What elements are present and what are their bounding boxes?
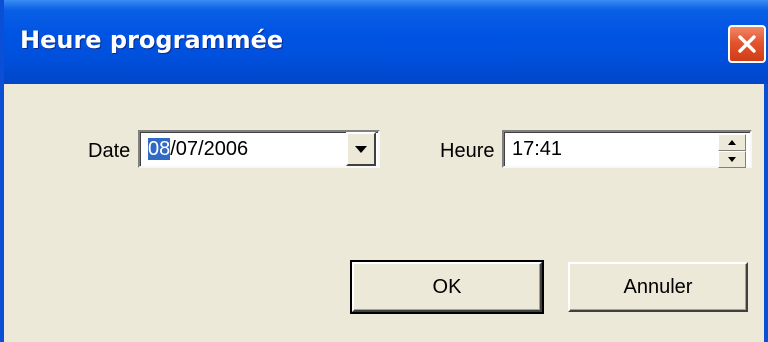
chevron-down-icon bbox=[355, 145, 367, 153]
date-picker-field[interactable]: 08/07/2006 bbox=[138, 130, 380, 168]
date-dropdown-button[interactable] bbox=[346, 132, 376, 166]
time-spin-down-button[interactable] bbox=[718, 151, 746, 168]
close-button[interactable] bbox=[728, 25, 766, 63]
window-title: Heure programmée bbox=[20, 26, 284, 54]
close-icon bbox=[738, 35, 756, 53]
cancel-button[interactable]: Annuler bbox=[568, 262, 748, 312]
time-value: 17:41 bbox=[512, 138, 563, 160]
time-field[interactable]: 17:41 bbox=[502, 130, 752, 168]
time-spin-up-button[interactable] bbox=[718, 134, 746, 151]
date-day-selection: 08 bbox=[148, 138, 171, 160]
date-value: 08/07/2006 bbox=[148, 138, 248, 161]
time-label: Heure bbox=[440, 140, 495, 162]
ok-button[interactable]: OK bbox=[350, 260, 544, 314]
arrow-up-icon bbox=[728, 140, 736, 145]
date-rest: /07/2006 bbox=[170, 138, 249, 160]
title-bar[interactable]: Heure programmée bbox=[4, 0, 768, 84]
arrow-down-icon bbox=[728, 157, 736, 162]
date-label: Date bbox=[88, 140, 131, 162]
